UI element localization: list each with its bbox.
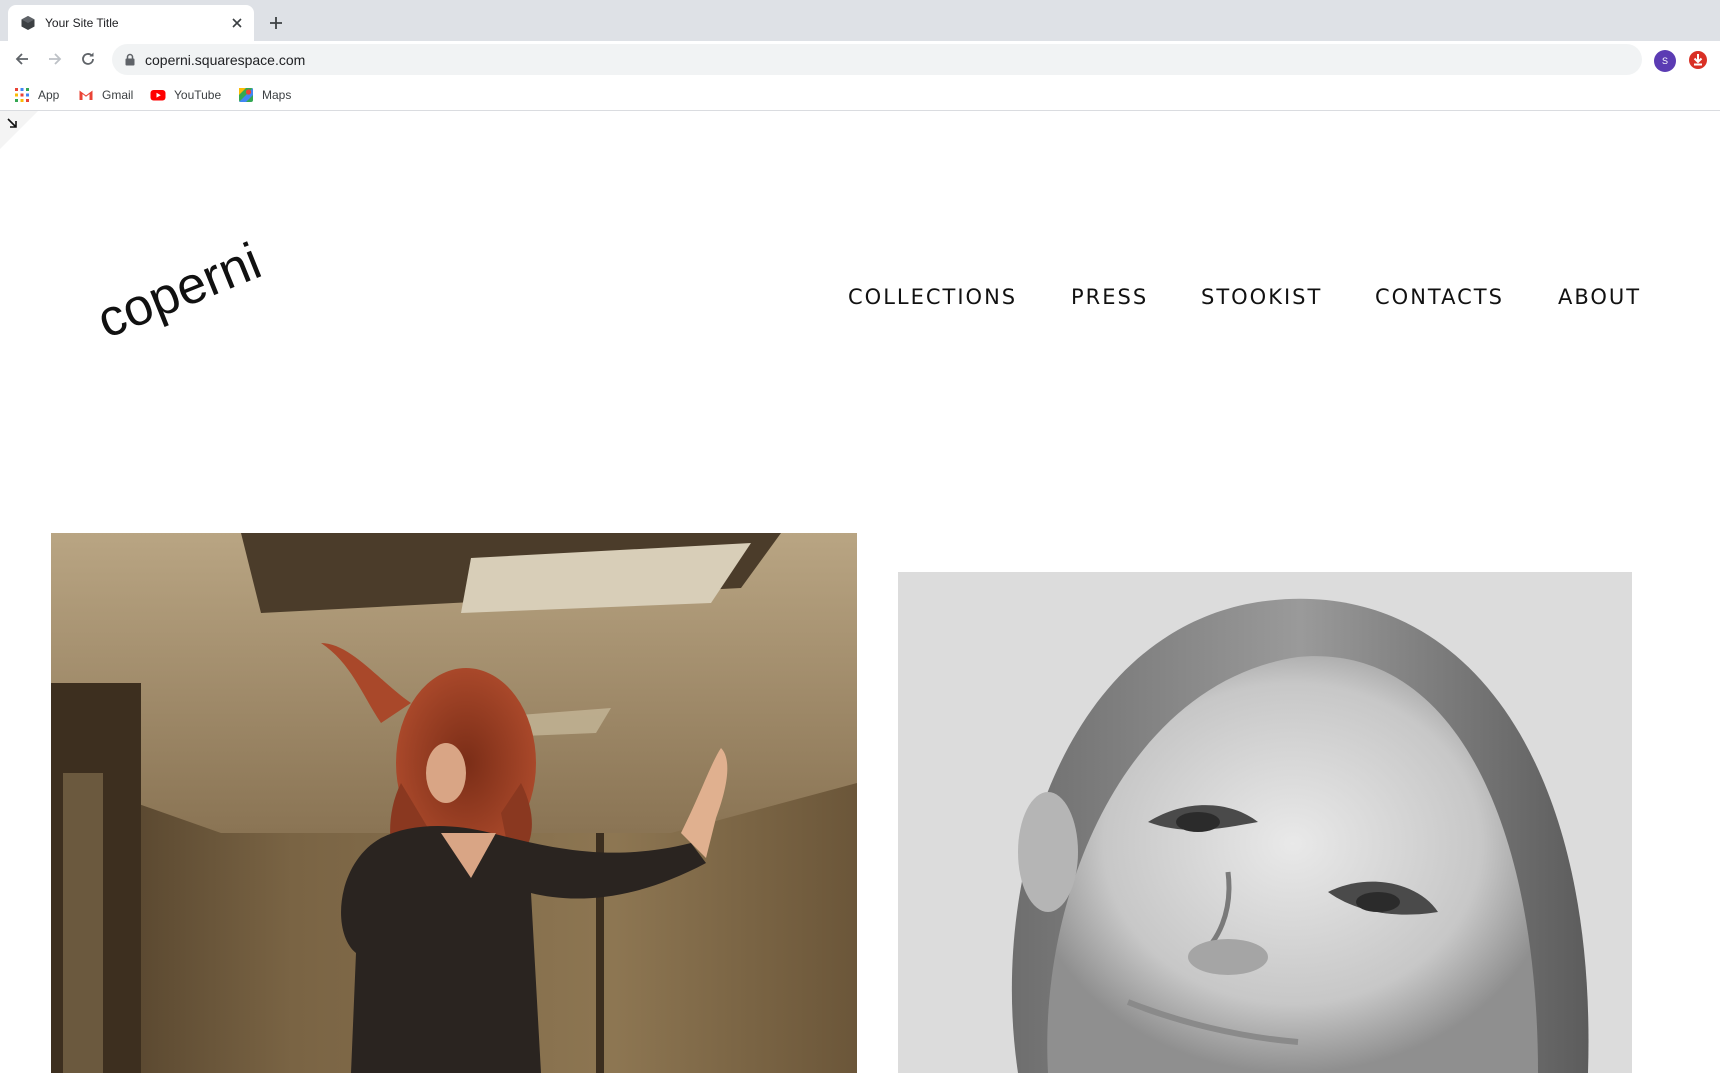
apps-grid-icon — [15, 88, 29, 102]
main-navigation: COLLECTIONS PRESS STOOKIST CONTACTS ABOU… — [0, 285, 1720, 315]
bookmark-youtube[interactable]: YouTube — [150, 85, 221, 105]
youtube-icon — [150, 90, 166, 101]
browser-tab[interactable]: Your Site Title — [8, 5, 254, 41]
page-content: coperni COLLECTIONS PRESS STOOKIST CONTA… — [0, 111, 1720, 1073]
new-tab-button[interactable] — [264, 11, 288, 35]
close-icon — [232, 18, 242, 28]
nav-stookist[interactable]: STOOKIST — [1201, 285, 1322, 309]
gmail-icon — [79, 90, 93, 100]
bookmark-gmail[interactable]: Gmail — [78, 85, 133, 105]
url-text: coperni.squarespace.com — [145, 52, 306, 68]
bookmark-label: YouTube — [174, 88, 222, 102]
nav-press[interactable]: PRESS — [1071, 285, 1148, 309]
bookmark-label: Maps — [262, 88, 292, 102]
photo-image — [898, 572, 1632, 1073]
maps-icon — [239, 88, 253, 102]
reload-button[interactable] — [76, 47, 100, 71]
nav-contacts[interactable]: CONTACTS — [1375, 285, 1504, 309]
arrow-right-icon — [49, 53, 62, 65]
tab-title: Your Site Title — [45, 16, 119, 30]
bookmarks-bar: App Gmail YouTube Maps — [0, 78, 1720, 111]
arrow-left-icon — [15, 53, 28, 65]
photo-image — [51, 533, 857, 1073]
expand-arrow-icon[interactable] — [6, 117, 18, 129]
tab-close-button[interactable] — [227, 13, 247, 33]
plus-icon — [270, 17, 282, 29]
reload-icon — [82, 52, 94, 65]
collection-photo-left[interactable] — [51, 533, 857, 1073]
address-bar[interactable]: coperni.squarespace.com — [112, 44, 1642, 75]
back-button[interactable] — [10, 47, 34, 71]
bookmark-label: App — [38, 88, 60, 102]
bookmark-app[interactable]: App — [14, 85, 59, 105]
nav-about[interactable]: ABOUT — [1558, 285, 1641, 309]
browser-tabstrip: Your Site Title — [0, 0, 1720, 41]
bookmark-label: Gmail — [102, 88, 134, 102]
site-favicon-icon — [21, 16, 35, 30]
extension-icon[interactable] — [1687, 49, 1709, 71]
profile-avatar[interactable]: S — [1654, 50, 1676, 72]
lock-icon — [125, 53, 135, 66]
browser-toolbar: coperni.squarespace.com S — [0, 41, 1720, 78]
collection-photo-right[interactable] — [898, 572, 1632, 1073]
forward-button[interactable] — [43, 47, 67, 71]
bookmark-maps[interactable]: Maps — [238, 85, 291, 105]
nav-collections[interactable]: COLLECTIONS — [848, 285, 1017, 309]
